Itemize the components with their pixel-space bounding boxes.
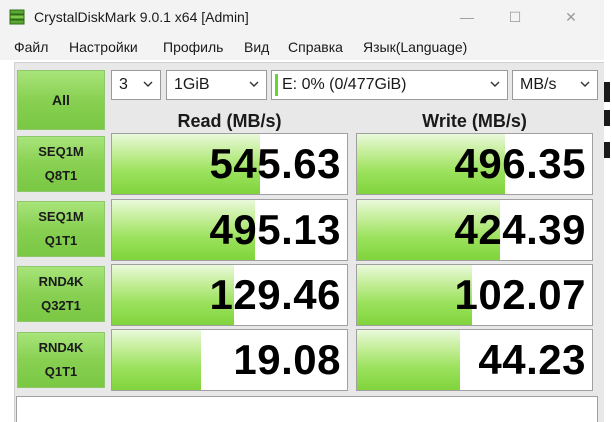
read-header: Read (MB/s) [177, 111, 282, 131]
menu-file[interactable]: Файл [14, 39, 48, 55]
close-button[interactable]: ✕ [548, 4, 594, 30]
background-window-edge [604, 0, 612, 422]
read-result-value: 129.46 [209, 271, 341, 318]
chevron-down-icon [143, 81, 153, 87]
unit-select[interactable]: MB/s [512, 70, 598, 100]
chevron-down-icon [580, 81, 590, 87]
read-result-cell: 495.13 [111, 199, 348, 261]
test-label-line2: Q1T1 [44, 233, 78, 248]
menu-profile[interactable]: Профиль [163, 39, 223, 55]
read-result-value: 545.63 [209, 140, 341, 187]
test-size-select[interactable]: 1GiB [166, 70, 267, 100]
read-result-value: 495.13 [209, 206, 341, 253]
title-bar[interactable]: CrystalDiskMark 9.0.1 x64 [Admin] — ☐ ✕ [0, 0, 604, 34]
write-result-value: 424.39 [454, 206, 586, 253]
drive-usage-bar [275, 74, 278, 96]
test-label-line1: SEQ1M [38, 209, 84, 224]
test-label-line2: Q1T1 [44, 364, 78, 379]
unit-value: MB/s [520, 76, 557, 93]
read-result-value: 19.08 [233, 336, 341, 383]
test-count-select[interactable]: 3 [111, 70, 161, 100]
write-header: Write (MB/s) [422, 111, 527, 131]
chevron-down-icon [490, 81, 500, 87]
drive-value: E: 0% (0/477GiB) [282, 76, 407, 93]
menu-settings[interactable]: Настройки [69, 39, 138, 55]
test-button-rnd4k-q32t1[interactable]: RND4K Q32T1 [17, 266, 105, 322]
disk-stack-icon [9, 9, 25, 25]
test-count-value: 3 [119, 76, 128, 93]
read-result-cell: 545.63 [111, 133, 348, 195]
all-button-label: All [52, 92, 70, 108]
write-result-cell: 496.35 [356, 133, 593, 195]
write-result-value: 496.35 [454, 140, 586, 187]
menu-bar: Файл Настройки Профиль Вид Справка Язык(… [0, 34, 604, 60]
all-button[interactable]: All [17, 70, 105, 130]
write-result-value: 44.23 [478, 336, 586, 383]
menu-view[interactable]: Вид [244, 39, 269, 55]
app-window: CrystalDiskMark 9.0.1 x64 [Admin] — ☐ ✕ … [0, 0, 604, 422]
write-result-value: 102.07 [454, 271, 586, 318]
test-button-seq1m-q8t1[interactable]: SEQ1M Q8T1 [17, 136, 105, 192]
background-glyph [604, 142, 610, 158]
read-result-cell: 129.46 [111, 264, 348, 326]
read-result-cell: 19.08 [111, 329, 348, 391]
test-label-line1: RND4K [38, 274, 84, 289]
comment-field[interactable] [16, 396, 598, 422]
test-label-line1: SEQ1M [38, 144, 84, 159]
maximize-button[interactable]: ☐ [492, 4, 538, 30]
background-glyph [604, 82, 610, 102]
menu-language[interactable]: Язык(Language) [363, 39, 467, 55]
test-size-value: 1GiB [174, 76, 210, 93]
test-button-seq1m-q1t1[interactable]: SEQ1M Q1T1 [17, 201, 105, 257]
write-result-cell: 424.39 [356, 199, 593, 261]
test-label-line2: Q32T1 [41, 298, 81, 313]
test-label-line2: Q8T1 [44, 168, 78, 183]
window-title: CrystalDiskMark 9.0.1 x64 [Admin] [34, 9, 249, 25]
menu-help[interactable]: Справка [288, 39, 343, 55]
write-result-bar [357, 330, 461, 390]
drive-select[interactable]: E: 0% (0/477GiB) [271, 70, 508, 100]
write-result-cell: 102.07 [356, 264, 593, 326]
chevron-down-icon [249, 81, 259, 87]
minimize-button[interactable]: — [444, 4, 490, 30]
test-label-line1: RND4K [38, 340, 84, 355]
write-result-cell: 44.23 [356, 329, 593, 391]
test-button-rnd4k-q1t1[interactable]: RND4K Q1T1 [17, 332, 105, 388]
read-result-bar [112, 330, 202, 390]
background-glyph [604, 110, 610, 126]
